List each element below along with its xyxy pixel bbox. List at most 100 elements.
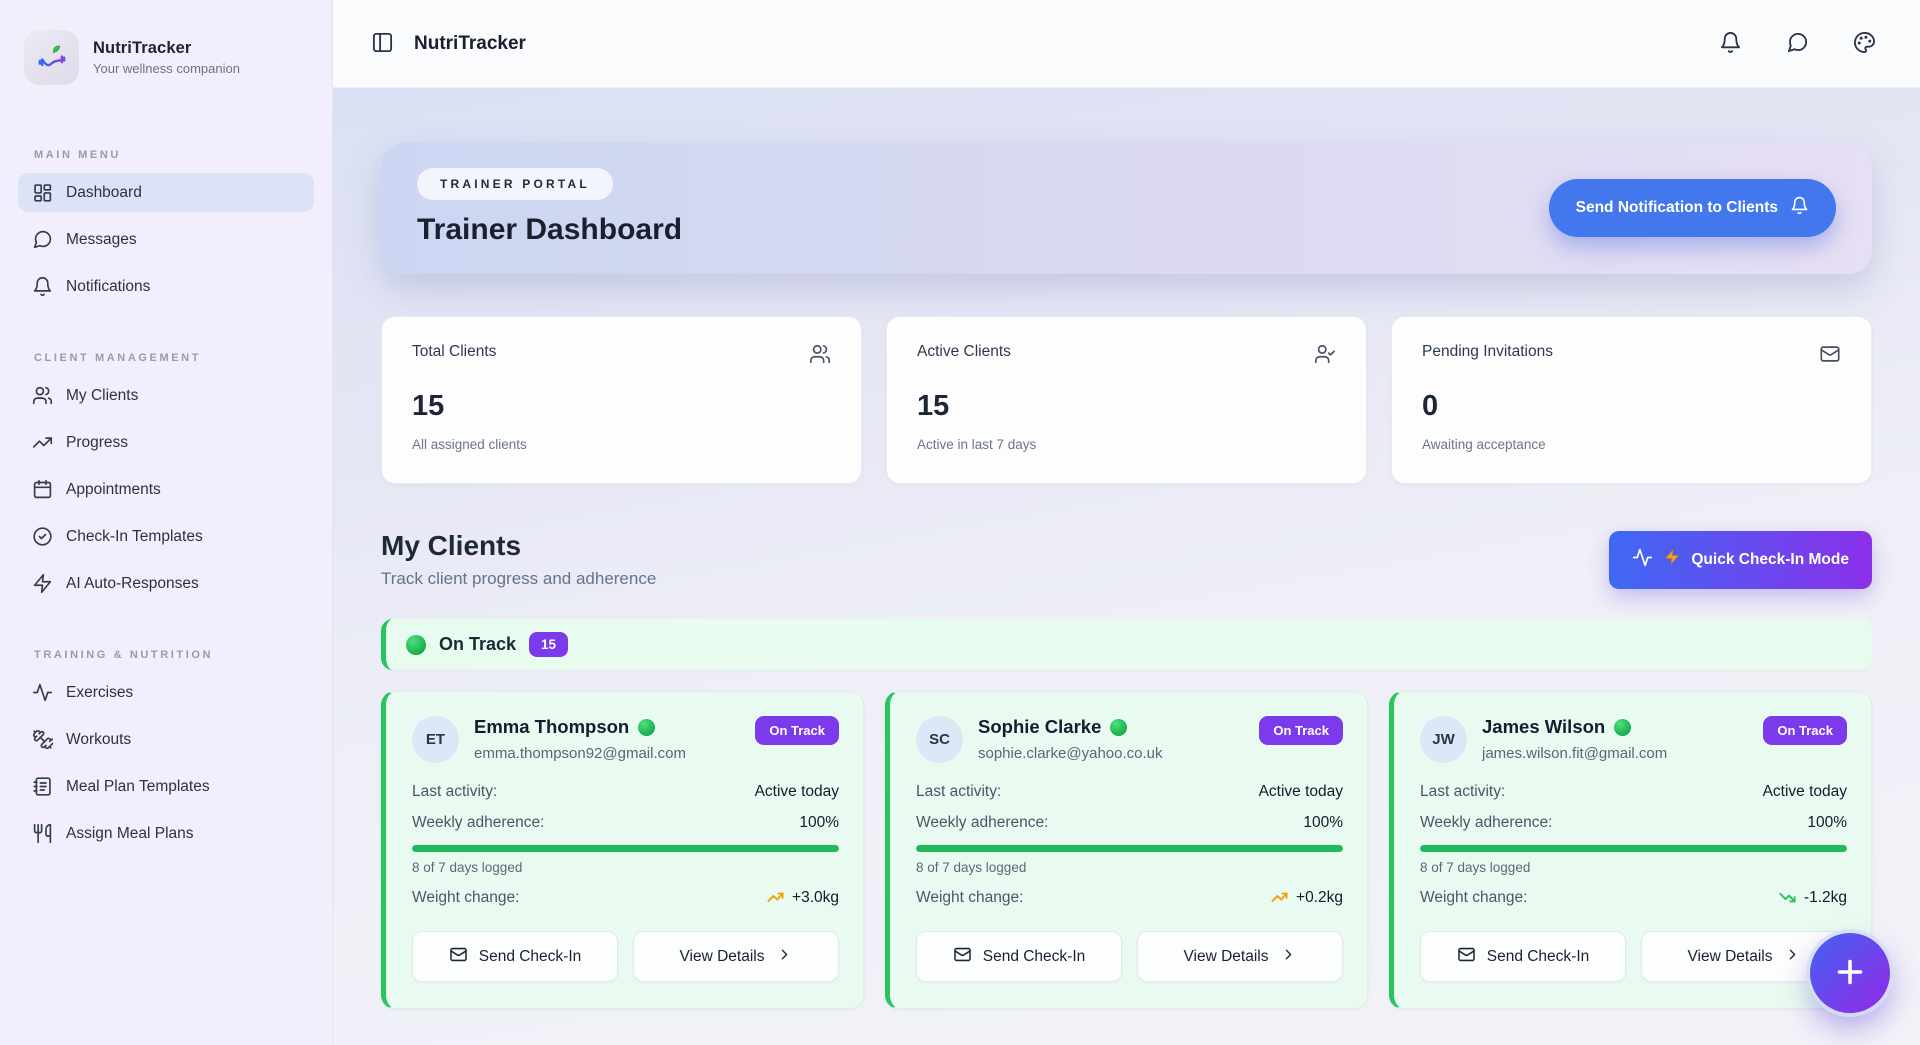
- zap-icon: [32, 573, 53, 594]
- client-card: SC Sophie Clarke sophie.clarke@yahoo.co.…: [885, 691, 1368, 1009]
- sidebar-item-label: Appointments: [66, 481, 161, 499]
- sidebar-item-dashboard[interactable]: Dashboard: [18, 173, 314, 212]
- chevron-right-icon: [1784, 946, 1801, 968]
- client-name: Emma Thompson: [474, 716, 629, 738]
- view-details-button[interactable]: View Details: [633, 931, 839, 982]
- last-activity-label: Last activity:: [1420, 783, 1505, 801]
- send-checkin-button[interactable]: Send Check-In: [916, 931, 1122, 982]
- sidebar-item-label: Dashboard: [66, 184, 142, 202]
- bell-icon: [1719, 31, 1742, 57]
- adherence-value: 100%: [1807, 814, 1847, 832]
- users-icon: [809, 343, 831, 370]
- user-check-icon: [1314, 343, 1336, 370]
- brand: NutriTracker Your wellness companion: [18, 30, 314, 85]
- stat-value: 15: [917, 390, 1336, 423]
- weight-change-label: Weight change:: [916, 889, 1023, 907]
- sidebar-item-appointments[interactable]: Appointments: [18, 470, 314, 509]
- activity-icon: [1632, 547, 1653, 573]
- sidebar-item-progress[interactable]: Progress: [18, 423, 314, 462]
- add-button[interactable]: [1810, 933, 1890, 1013]
- sidebar-toggle-button[interactable]: [371, 31, 394, 57]
- send-checkin-label: Send Check-In: [479, 948, 582, 966]
- avatar: SC: [916, 716, 963, 763]
- client-name: Sophie Clarke: [978, 716, 1101, 738]
- sidebar-item-my-clients[interactable]: My Clients: [18, 376, 314, 415]
- client-email: sophie.clarke@yahoo.co.uk: [978, 745, 1163, 762]
- sidebar-item-workouts[interactable]: Workouts: [18, 720, 314, 759]
- sidebar-item-label: My Clients: [66, 387, 138, 405]
- last-activity-label: Last activity:: [916, 783, 1001, 801]
- users-icon: [32, 385, 53, 406]
- weight-change-value: +0.2kg: [1296, 889, 1343, 907]
- app-logo-icon: [24, 30, 79, 85]
- last-activity-value: Active today: [1259, 783, 1343, 801]
- sidebar-item-label: Workouts: [66, 731, 131, 749]
- utensils-icon: [32, 823, 53, 844]
- status-badge: On Track: [755, 716, 839, 745]
- client-card: ET Emma Thompson emma.thompson92@gmail.c…: [381, 691, 864, 1009]
- sidebar-item-meal-plan-templates[interactable]: Meal Plan Templates: [18, 767, 314, 806]
- sidebar-item-label: Check-In Templates: [66, 528, 203, 546]
- bell-icon: [1790, 196, 1809, 220]
- sidebar-item-checkin-templates[interactable]: Check-In Templates: [18, 517, 314, 556]
- send-notification-button[interactable]: Send Notification to Clients: [1549, 179, 1836, 237]
- quick-checkin-label: Quick Check-In Mode: [1691, 551, 1849, 569]
- sidebar-item-label: Assign Meal Plans: [66, 825, 194, 843]
- topbar: NutriTracker: [333, 0, 1920, 88]
- stat-sub: All assigned clients: [412, 437, 831, 452]
- green-status-icon: [1110, 719, 1127, 736]
- avatar: ET: [412, 716, 459, 763]
- trainer-banner: TRAINER PORTAL Trainer Dashboard Send No…: [381, 143, 1872, 274]
- theme-button[interactable]: [1853, 31, 1876, 57]
- dashboard-icon: [32, 182, 53, 203]
- stat-card-pending-invitations: Pending Invitations 0 Awaiting acceptanc…: [1391, 316, 1872, 484]
- section-label-main-menu: MAIN MENU: [34, 149, 314, 161]
- trend-up-icon: [766, 888, 785, 907]
- section-label-client-management: CLIENT MANAGEMENT: [34, 352, 314, 364]
- stat-card-active-clients: Active Clients 15 Active in last 7 days: [886, 316, 1367, 484]
- client-cards-row: ET Emma Thompson emma.thompson92@gmail.c…: [381, 691, 1872, 1009]
- send-checkin-label: Send Check-In: [1487, 948, 1590, 966]
- sidebar-item-assign-meal-plans[interactable]: Assign Meal Plans: [18, 814, 314, 853]
- adherence-progress-bar: [412, 845, 839, 852]
- chevron-right-icon: [776, 946, 793, 968]
- sidebar-item-notifications[interactable]: Notifications: [18, 267, 314, 306]
- panel-left-icon: [371, 31, 394, 57]
- view-details-button[interactable]: View Details: [1137, 931, 1343, 982]
- quick-checkin-mode-button[interactable]: Quick Check-In Mode: [1609, 531, 1872, 589]
- sidebar-item-label: AI Auto-Responses: [66, 575, 199, 593]
- view-details-label: View Details: [1687, 948, 1772, 966]
- message-icon: [1786, 31, 1809, 57]
- weight-change-value: +3.0kg: [792, 889, 839, 907]
- sidebar-item-messages[interactable]: Messages: [18, 220, 314, 259]
- trend-down-icon: [1778, 888, 1797, 907]
- sidebar-item-label: Progress: [66, 434, 128, 452]
- lightning-icon: [1664, 549, 1680, 570]
- client-email: james.wilson.fit@gmail.com: [1482, 745, 1667, 762]
- send-notification-label: Send Notification to Clients: [1576, 199, 1778, 217]
- banner-title: Trainer Dashboard: [417, 213, 682, 247]
- send-checkin-button[interactable]: Send Check-In: [1420, 931, 1626, 982]
- group-count-badge: 15: [529, 632, 568, 657]
- adherence-progress-bar: [1420, 845, 1847, 852]
- app-window: NutriTracker Your wellness companion MAI…: [0, 0, 1920, 1045]
- dashboard-content: TRAINER PORTAL Trainer Dashboard Send No…: [333, 88, 1920, 1045]
- status-badge: On Track: [1763, 716, 1847, 745]
- days-logged: 8 of 7 days logged: [1420, 860, 1847, 875]
- messages-button[interactable]: [1786, 31, 1809, 57]
- send-checkin-button[interactable]: Send Check-In: [412, 931, 618, 982]
- notifications-button[interactable]: [1719, 31, 1742, 57]
- last-activity-value: Active today: [1763, 783, 1847, 801]
- palette-icon: [1853, 31, 1876, 57]
- sidebar-item-exercises[interactable]: Exercises: [18, 673, 314, 712]
- last-activity-label: Last activity:: [412, 783, 497, 801]
- sidebar-item-ai-auto-responses[interactable]: AI Auto-Responses: [18, 564, 314, 603]
- chevron-right-icon: [1280, 946, 1297, 968]
- on-track-group-header: On Track 15: [381, 619, 1872, 670]
- view-details-label: View Details: [679, 948, 764, 966]
- group-label: On Track: [439, 634, 516, 655]
- my-clients-title: My Clients: [381, 530, 656, 562]
- mail-icon: [1457, 945, 1476, 969]
- circle-check-icon: [32, 526, 53, 547]
- avatar: JW: [1420, 716, 1467, 763]
